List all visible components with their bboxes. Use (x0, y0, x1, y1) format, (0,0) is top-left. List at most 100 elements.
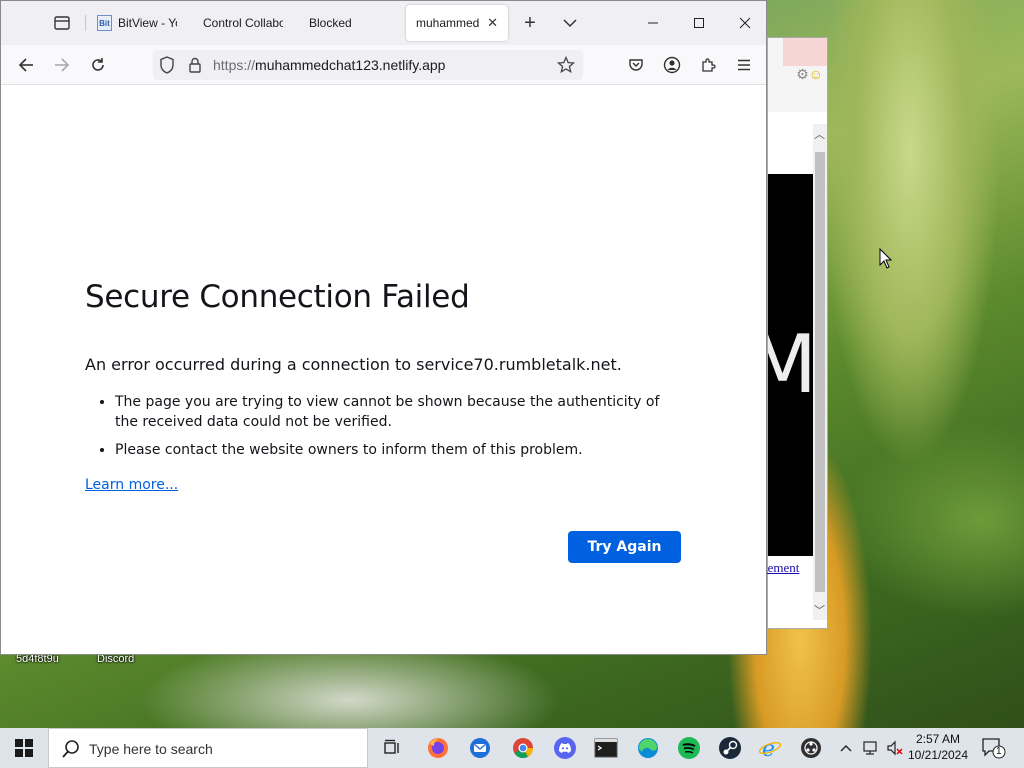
background-window-close-area[interactable] (783, 38, 827, 66)
clock-date: 10/21/2024 (907, 748, 969, 762)
error-intro: An error occurred during a connection to… (85, 355, 622, 374)
tab-label: muhammed (416, 16, 480, 30)
url-scheme: https:// (213, 57, 256, 73)
background-video-panel: M (768, 174, 815, 556)
notification-count: 1 (996, 746, 1002, 757)
notification-icon (982, 738, 1006, 759)
taskbar-internet-explorer[interactable]: e (750, 732, 790, 764)
minimize-button[interactable] (630, 1, 676, 45)
pocket-icon (629, 59, 643, 71)
emoji-icon[interactable]: ☺ (809, 66, 823, 82)
tab-bitview[interactable]: Bit BitView - Yo (87, 5, 187, 41)
gear-icon[interactable]: ⚙ (796, 66, 809, 82)
tab-blocked[interactable]: Blocked (299, 5, 399, 41)
taskbar-clock[interactable]: 2:57 AM 10/21/2024 (906, 731, 970, 763)
background-scrollbar[interactable]: ︿ ﹀ (813, 124, 827, 620)
taskbar-thunderbird[interactable] (460, 732, 500, 764)
search-icon (62, 740, 79, 758)
steam-icon (719, 737, 741, 759)
network-icon (863, 741, 877, 755)
chrome-icon (513, 738, 534, 759)
network-tray-button[interactable] (860, 728, 882, 768)
firefox-view-button[interactable] (49, 11, 75, 35)
puzzle-icon (702, 58, 716, 72)
task-view-button[interactable] (372, 732, 412, 764)
maximize-icon (694, 18, 704, 28)
error-title: Secure Connection Failed (85, 279, 470, 315)
taskbar-terminal[interactable] (586, 732, 626, 764)
url-text[interactable]: https://muhammedchat123.netlify.app (213, 57, 445, 73)
list-all-tabs-button[interactable] (557, 11, 583, 35)
account-button[interactable] (659, 53, 685, 77)
minimize-icon (648, 22, 658, 24)
bookmark-star-icon[interactable] (556, 55, 576, 75)
show-hidden-icons-button[interactable] (836, 728, 856, 768)
extensions-button[interactable] (695, 53, 721, 77)
volume-tray-button[interactable] (884, 728, 906, 768)
tab-muhammed[interactable]: muhammed ✕ (406, 5, 508, 41)
taskbar-discord[interactable] (545, 732, 585, 764)
chevron-down-icon[interactable]: ﹀ (814, 602, 825, 618)
taskbar-spotify[interactable] (669, 732, 709, 764)
spotify-icon (678, 737, 700, 759)
obs-icon (801, 738, 821, 758)
taskbar-search-box[interactable]: Type here to search (48, 728, 368, 768)
close-tab-icon[interactable]: ✕ (487, 15, 498, 31)
back-button[interactable] (13, 53, 39, 77)
taskbar-edge[interactable] (628, 732, 668, 764)
address-bar[interactable]: https://muhammedchat123.netlify.app (153, 50, 583, 80)
forward-button[interactable] (49, 53, 75, 77)
terminal-icon (594, 738, 618, 758)
reload-button[interactable] (85, 53, 111, 77)
error-page: Secure Connection Failed An error occurr… (1, 86, 766, 654)
background-link[interactable]: tement (764, 560, 799, 576)
chevron-up-icon (840, 745, 852, 752)
application-menu-button[interactable] (731, 53, 757, 77)
arrow-left-icon (18, 58, 33, 72)
bitview-favicon-icon: Bit (97, 15, 112, 31)
background-browser-window[interactable]: ⚙☺ M tement ︿ ﹀ (764, 37, 828, 629)
notification-center-button[interactable]: 1 (980, 736, 1006, 760)
chevron-up-icon[interactable]: ︿ (814, 126, 825, 142)
taskbar-obs[interactable] (791, 732, 831, 764)
try-again-button[interactable]: Try Again (568, 531, 681, 563)
close-icon (739, 17, 751, 29)
error-details-list: The page you are trying to view cannot b… (115, 392, 675, 468)
lock-icon[interactable] (185, 55, 205, 75)
taskbar-steam[interactable] (710, 732, 750, 764)
hamburger-menu-icon (738, 59, 750, 71)
search-placeholder: Type here to search (89, 741, 213, 757)
error-detail-item: The page you are trying to view cannot b… (115, 392, 675, 432)
tab-label: Control Collabo (203, 16, 283, 30)
taskbar-chrome[interactable] (503, 732, 543, 764)
error-detail-item: Please contact the website owners to inf… (115, 440, 675, 460)
background-glyph: M (768, 318, 815, 411)
scrollbar-thumb[interactable] (815, 152, 825, 592)
start-button[interactable] (0, 728, 48, 768)
maximize-button[interactable] (676, 1, 722, 45)
plus-icon: + (524, 11, 536, 34)
firefox-window: Bit BitView - Yo Control Collabo Blocked… (0, 0, 767, 655)
svg-text:e: e (762, 737, 775, 760)
taskbar: Type here to search e 2:57 AM 10/21/2024… (0, 728, 1024, 768)
thunderbird-icon (470, 738, 490, 758)
tab-bar: Bit BitView - Yo Control Collabo Blocked… (1, 1, 766, 45)
tab-separator (85, 15, 86, 31)
account-icon (663, 56, 681, 74)
mouse-cursor-icon (879, 248, 893, 269)
taskbar-firefox[interactable] (418, 732, 458, 764)
arrow-right-icon (55, 58, 70, 72)
reload-icon (92, 58, 104, 71)
url-host: muhammedchat123.netlify.app (255, 57, 446, 73)
close-window-button[interactable] (722, 1, 766, 45)
new-tab-button[interactable]: + (517, 11, 543, 35)
learn-more-link[interactable]: Learn more... (85, 477, 178, 493)
pocket-button[interactable] (623, 53, 649, 77)
clock-time: 2:57 AM (915, 732, 961, 746)
tracking-protection-shield-icon[interactable] (157, 55, 177, 75)
tab-control-collabo[interactable]: Control Collabo (193, 5, 293, 41)
task-view-icon (384, 739, 399, 754)
edge-icon (638, 738, 658, 758)
discord-icon (554, 737, 576, 759)
internet-explorer-icon: e (758, 737, 782, 760)
